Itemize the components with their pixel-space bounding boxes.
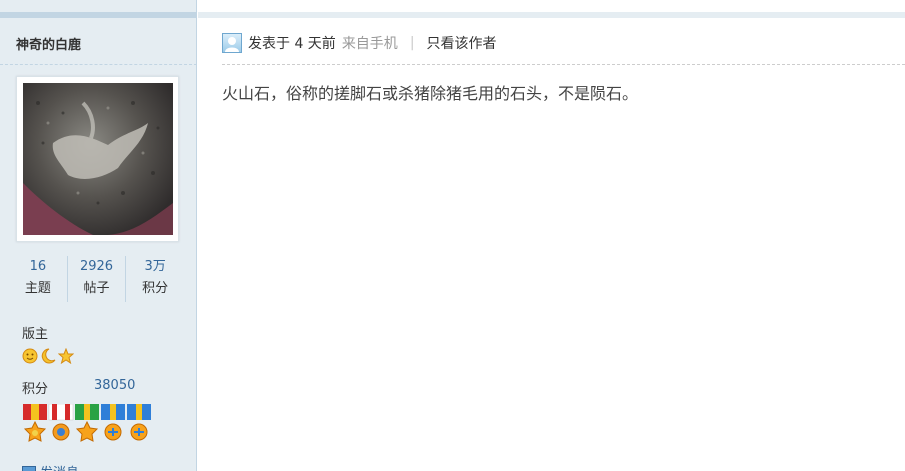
author-sidebar: 神奇的白鹿 16 主题 2926 帖子 3万 积分 版主 积分 38050: [0, 0, 197, 471]
stat-points-value[interactable]: 3万: [126, 256, 184, 278]
points-row: 积分 38050: [22, 378, 135, 397]
avatar-image: [23, 83, 173, 235]
star-icon: [58, 348, 74, 364]
name-divider: [0, 64, 197, 65]
sun-face-icon: [22, 348, 38, 364]
rank-icons: [22, 348, 74, 364]
points-value: 38050: [94, 378, 136, 393]
medal-red-icon[interactable]: [22, 404, 48, 446]
stat-threads-value[interactable]: 16: [9, 256, 67, 278]
sidebar-top-bar: [0, 12, 197, 18]
stat-points-label: 积分: [142, 281, 169, 296]
posted-time: 发表于 4 天前: [248, 36, 336, 52]
stat-posts-label: 帖子: [83, 281, 110, 296]
medals: [22, 404, 152, 446]
main-top-bar: [198, 12, 905, 18]
envelope-icon: [22, 465, 36, 471]
author-avatar[interactable]: [16, 76, 179, 242]
author-stats: 16 主题 2926 帖子 3万 积分: [9, 256, 184, 302]
rock-photo: [23, 83, 173, 235]
send-message-link[interactable]: 发消息: [22, 462, 79, 471]
post-meta: 发表于 4 天前 来自手机 | 只看该作者: [222, 33, 497, 53]
send-message-label[interactable]: 发消息: [40, 462, 79, 471]
from-mobile[interactable]: 来自手机: [342, 33, 398, 53]
author-username[interactable]: 神奇的白鹿: [16, 34, 81, 53]
stat-posts[interactable]: 2926 帖子: [66, 256, 126, 302]
meta-separator: |: [409, 35, 415, 51]
medal-blue-icon[interactable]: [100, 404, 126, 446]
stat-threads-label: 主题: [24, 281, 51, 296]
user-icon: [222, 33, 242, 53]
only-author-link[interactable]: 只看该作者: [427, 33, 497, 53]
stat-points[interactable]: 3万 积分: [125, 256, 184, 302]
medal-blue-icon[interactable]: [126, 404, 152, 446]
moon-icon: [41, 348, 56, 364]
post-meta-divider: [222, 64, 905, 65]
post-body: 火山石，俗称的搓脚石或杀猪除猪毛用的石头，不是陨石。: [222, 84, 639, 103]
rank-title: 版主: [22, 327, 49, 342]
stat-posts-value[interactable]: 2926: [68, 256, 126, 278]
points-label: 积分: [22, 382, 49, 397]
stat-threads[interactable]: 16 主题: [9, 256, 67, 302]
medal-green-icon[interactable]: [74, 404, 100, 446]
medal-red-white-icon[interactable]: [48, 404, 74, 446]
